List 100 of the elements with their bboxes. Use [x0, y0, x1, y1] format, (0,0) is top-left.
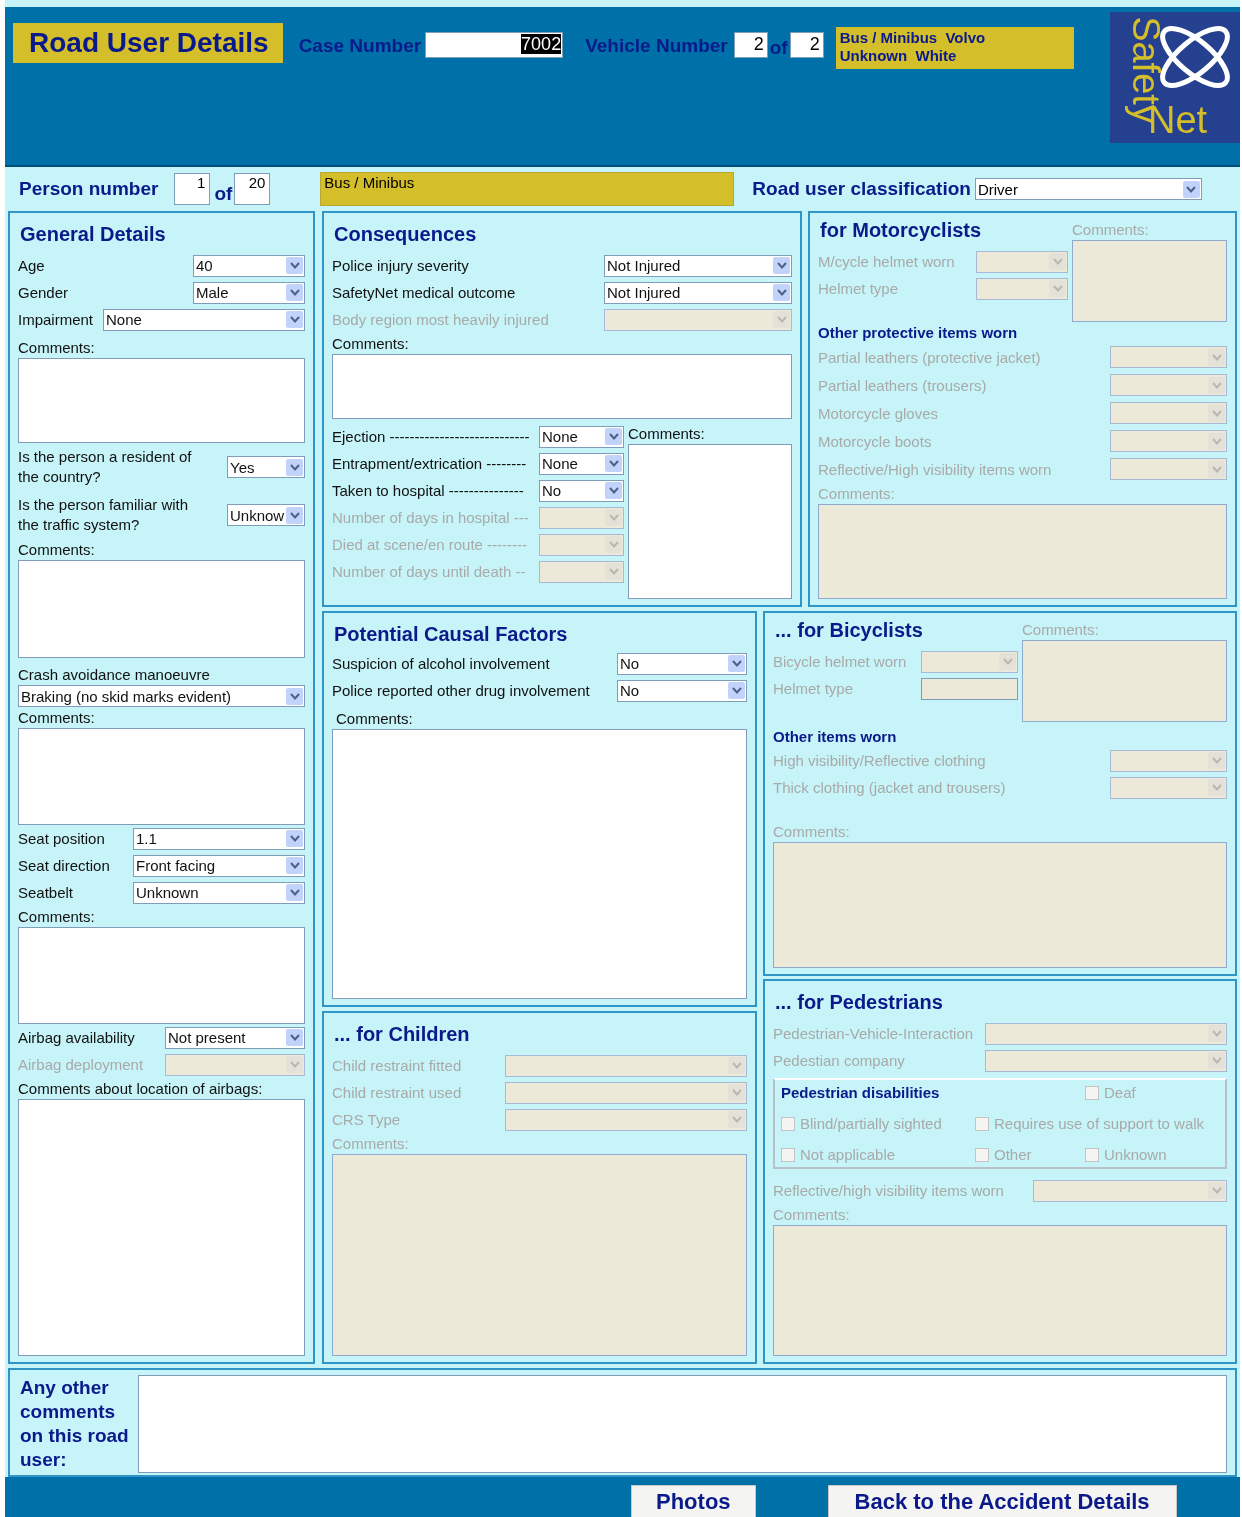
field-label: M/cycle helmet worn [818, 253, 955, 270]
chevron-down-icon [608, 487, 619, 494]
field-label: Pedestrian-Vehicle-Interaction [773, 1025, 974, 1042]
group-title: Pedestrian disabilities [781, 1084, 941, 1101]
dropdown[interactable]: Braking (no skid marks evident) [18, 685, 305, 707]
case-number-field[interactable]: 7002 [425, 32, 564, 58]
dropdown[interactable]: Front facing [133, 854, 305, 877]
section-title: for Motorcyclists [820, 219, 983, 242]
field-label: Died at scene/en route -------- [332, 536, 528, 553]
person-total-field: 20 [234, 173, 271, 205]
vehicle-number-field[interactable]: 2 [733, 32, 768, 58]
chevron-down-icon [776, 262, 787, 269]
checkbox-label: Other [994, 1146, 1032, 1163]
section-title: Consequences [334, 223, 478, 246]
field-label: Comments: [1022, 621, 1100, 638]
chevron-down-icon [731, 660, 742, 667]
field-label: Seat position [18, 830, 105, 847]
chevron-down-icon [1211, 784, 1222, 791]
field-label: CRS Type [332, 1111, 401, 1128]
dropdown[interactable]: No [617, 652, 747, 675]
field-label: Motorcycle gloves [818, 404, 939, 422]
comments-field[interactable] [18, 560, 305, 658]
chevron-down-icon [289, 262, 300, 269]
nav-button[interactable]: Photos [631, 1485, 756, 1517]
chevron-down-icon [1211, 757, 1222, 764]
checkbox-label: Unknown [1104, 1146, 1167, 1163]
dropdown[interactable]: No [617, 679, 747, 702]
field-label: Thick clothing (jacket and trousers) [773, 779, 1006, 796]
field-label: Comments: [336, 710, 414, 727]
comments-field[interactable] [18, 728, 305, 825]
chevron-down-icon [608, 433, 619, 440]
chevron-down-icon [289, 835, 300, 842]
dropdown[interactable]: Unknow [227, 504, 305, 526]
chevron-down-icon [731, 1089, 742, 1096]
vehicle-number-label: Vehicle Number [585, 35, 728, 57]
chevron-down-icon [608, 514, 619, 521]
classification-label: Road user classification [752, 178, 971, 200]
chevron-down-icon [1211, 381, 1222, 389]
chevron-down-icon [776, 316, 787, 323]
dropdown[interactable]: None [539, 452, 624, 475]
field-label: Gender [18, 284, 69, 301]
chevron-down-icon [289, 1034, 300, 1041]
field-label: Comments: [773, 823, 851, 840]
dropdown[interactable]: Unknown [133, 881, 305, 904]
comments-field[interactable] [332, 729, 747, 999]
comments-field[interactable] [18, 927, 305, 1024]
field-label: Age [18, 257, 45, 274]
chevron-down-icon [289, 862, 300, 869]
field-label: Comments: [18, 709, 96, 726]
chevron-down-icon [289, 889, 300, 896]
of-label: of [214, 183, 233, 205]
vehicle-description: Bus / Minibus Volvo Unknown White [835, 27, 1074, 69]
field-label: Child restraint used [332, 1084, 462, 1101]
field-label: Pedestian company [773, 1052, 905, 1069]
chevron-down-icon [1211, 437, 1222, 445]
checkbox-label: Not applicable [800, 1146, 896, 1163]
chevron-down-icon [1211, 409, 1222, 417]
dropdown[interactable]: None [103, 308, 305, 331]
chevron-down-icon [1211, 1057, 1222, 1064]
comments-field[interactable] [18, 358, 305, 443]
field-label: Ejection ---------------------------- [332, 428, 530, 445]
dropdown[interactable]: 1.1 [133, 827, 305, 850]
dropdown[interactable]: 40 [193, 254, 305, 277]
comments-field[interactable] [332, 354, 792, 419]
dropdown[interactable]: No [539, 479, 624, 502]
field-label: Comments: [628, 425, 706, 442]
chevron-down-icon [289, 316, 300, 323]
dropdown[interactable]: Driver [974, 178, 1202, 200]
dropdown[interactable]: None [539, 425, 624, 448]
section-title: ... for Children [334, 1023, 471, 1046]
dropdown[interactable]: Not Injured [604, 281, 792, 304]
field-label: Body region most heavily injured [332, 311, 549, 328]
nav-button[interactable]: Back to the Accident Details [827, 1485, 1177, 1517]
field-label: Police injury severity [332, 257, 469, 274]
chevron-down-icon [608, 568, 619, 575]
dropdown[interactable]: Yes [227, 456, 305, 478]
person-number-field[interactable]: 1 [174, 173, 211, 205]
section-title: ... for Pedestrians [775, 991, 944, 1014]
subheading: Other items worn [773, 728, 898, 745]
dropdown[interactable]: Not Injured [604, 254, 792, 277]
field-label: Reflective/high visibility items worn [773, 1182, 1004, 1199]
comments-field[interactable] [18, 1099, 305, 1356]
field-label: Partial leathers (trousers) [818, 376, 987, 394]
dropdown[interactable]: Male [193, 281, 305, 304]
checkbox-label: Requires use of support to walk [994, 1115, 1205, 1132]
dropdown[interactable]: Not present [165, 1026, 305, 1049]
section-title: General Details [20, 223, 167, 246]
checkbox-label: Deaf [1104, 1084, 1136, 1101]
field-label: Police reported other drug involvement [332, 682, 590, 699]
case-number-label: Case Number [298, 35, 422, 57]
field-label: Comments: [332, 1135, 410, 1152]
chevron-down-icon [1211, 1030, 1222, 1037]
other-comments-label: Any other comments on this road user: [20, 1375, 130, 1472]
section-title: Potential Causal Factors [334, 623, 569, 646]
of-label: of [769, 37, 788, 59]
field-label: Comments: [18, 339, 96, 356]
chevron-down-icon [289, 463, 300, 471]
field-label: Motorcycle boots [818, 432, 932, 450]
comments-field[interactable] [628, 444, 792, 599]
comments-field[interactable] [138, 1374, 1227, 1473]
